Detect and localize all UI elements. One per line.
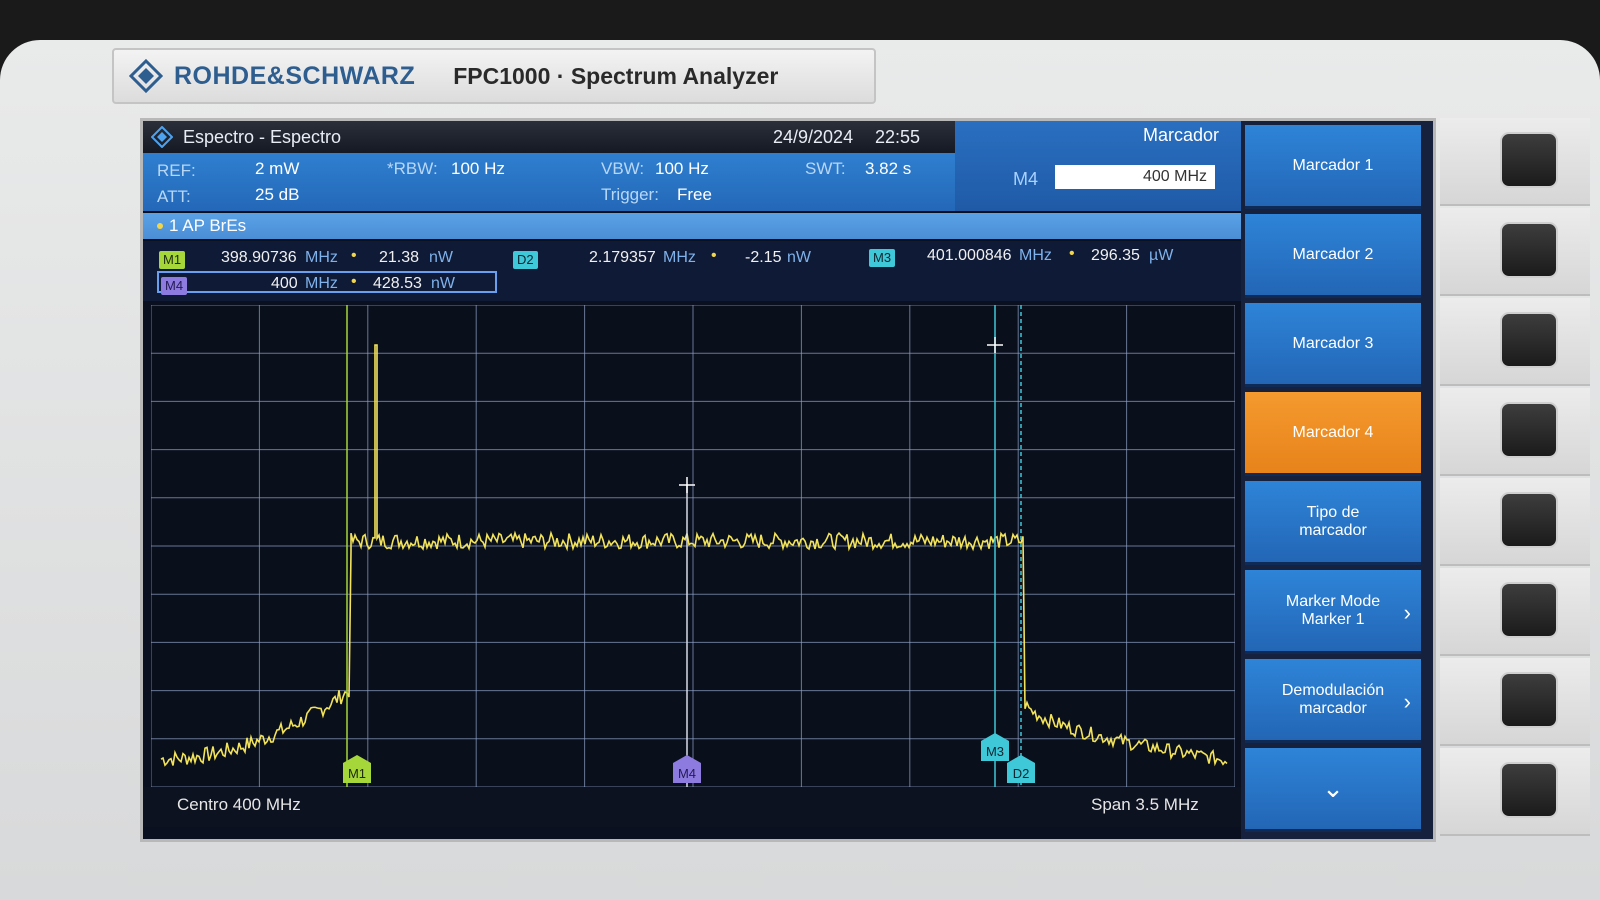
- marker-d2-dot-icon: •: [711, 247, 717, 264]
- chevron-right-icon: ›: [1403, 600, 1411, 625]
- brand-name: ROHDE&SCHWARZ: [174, 61, 416, 90]
- spectrum-trace: [160, 344, 1228, 767]
- swt-label: SWT:: [805, 159, 846, 178]
- att-label: ATT:: [157, 187, 191, 206]
- marker-m1-freq: 398.90736: [221, 249, 297, 266]
- marker-labels: M1 M4 M3 D2: [343, 733, 1035, 783]
- softkey-label: Marcador 1: [1292, 156, 1374, 174]
- softkey-label: Marcador 3: [1292, 334, 1374, 352]
- att-value[interactable]: 25 dB: [255, 185, 299, 205]
- chevron-right-icon: ›: [1403, 689, 1411, 714]
- vbw-value[interactable]: 100 Hz: [655, 159, 709, 179]
- spectrum-trace-svg: M1 M4 M3 D2: [150, 304, 1236, 788]
- marker-m1-level: 21.38: [379, 249, 420, 266]
- plot-marker-d2-tag[interactable]: D2: [1007, 755, 1035, 783]
- plot-marker-m4-tag[interactable]: M4: [673, 755, 701, 783]
- marker-m3-tag[interactable]: M3: [869, 249, 896, 267]
- softkey-marcador-1[interactable]: Marcador 1: [1245, 125, 1421, 209]
- marker-table: M1 398.90736 MHz • 21.38 nW D2 2.179357 …: [143, 241, 1241, 301]
- spectrum-plot[interactable]: M1 M4 M3 D2: [150, 304, 1236, 788]
- hardware-softkey-button-8[interactable]: [1500, 762, 1558, 818]
- marker-m4-tag[interactable]: M4: [161, 277, 188, 295]
- trigger-value[interactable]: Free: [677, 185, 712, 205]
- softkey-label: Marker Mode Marker 1: [1285, 592, 1381, 628]
- ref-label: REF:: [157, 161, 196, 180]
- hardware-softkey-button-2[interactable]: [1500, 222, 1558, 278]
- marker-d2-level-unit: nW: [787, 249, 811, 266]
- hardware-softkey-button-3[interactable]: [1500, 312, 1558, 368]
- softkey-more-down[interactable]: ⌄: [1245, 748, 1421, 832]
- brand-bar: ROHDE&SCHWARZ FPC1000 · Spectrum Analyze…: [112, 48, 876, 104]
- softkey-label: Marcador 2: [1292, 245, 1374, 263]
- softkey-label: Marcador 4: [1292, 423, 1374, 441]
- span-readout[interactable]: Span 3.5 MHz: [1091, 795, 1199, 815]
- trace-label: 1 AP BrEs: [169, 216, 247, 235]
- hardware-softkey-button-7[interactable]: [1500, 672, 1558, 728]
- marker-frequency-input[interactable]: [1055, 165, 1215, 189]
- rohde-schwarz-logo-icon: [128, 58, 164, 94]
- marker-m1-tag[interactable]: M1: [159, 251, 186, 269]
- plot-footer: Centro 400 MHz Span 3.5 MHz: [143, 787, 1241, 827]
- hardware-softkey-button-5[interactable]: [1500, 492, 1558, 548]
- marker-d2-tag[interactable]: D2: [513, 251, 538, 269]
- marker-m4-level-unit: nW: [431, 275, 455, 292]
- softkey-panel: Marcador 1 Marcador 2 Marcador 3 Marcado…: [1241, 121, 1433, 839]
- chevron-down-icon: ⌄: [1322, 773, 1344, 803]
- softkey-demodulacion-marcador[interactable]: Demodulación marcador ›: [1245, 659, 1421, 743]
- svg-text:D2: D2: [1013, 766, 1030, 781]
- softkey-label: Tipo de marcador: [1299, 503, 1367, 539]
- marker-m3-level: 296.35: [1091, 247, 1140, 264]
- marker-m4-level: 428.53: [373, 275, 422, 292]
- marker-panel-title: Marcador: [1142, 125, 1219, 145]
- softkey-marcador-2[interactable]: Marcador 2: [1245, 214, 1421, 298]
- rbw-label: *RBW:: [387, 159, 438, 178]
- rbw-value[interactable]: 100 Hz: [451, 159, 505, 179]
- marker-m1-level-unit: nW: [429, 249, 453, 266]
- center-frequency[interactable]: Centro 400 MHz: [177, 795, 301, 815]
- softkey-marcador-4[interactable]: Marcador 4: [1245, 392, 1421, 476]
- trace-color-dot-icon: [157, 223, 163, 229]
- trigger-label: Trigger:: [601, 185, 659, 204]
- marker-m3-freq-unit: MHz: [1019, 247, 1052, 264]
- hardware-softkey-button-1[interactable]: [1500, 132, 1558, 188]
- softkey-label: Demodulación marcador: [1281, 681, 1385, 717]
- svg-text:M4: M4: [678, 766, 696, 781]
- hardware-softkey-button-6[interactable]: [1500, 582, 1558, 638]
- marker-m3-level-unit: µW: [1149, 247, 1174, 264]
- marker-m1-freq-unit: MHz: [305, 249, 338, 266]
- analyzer-screen: Espectro - Espectro 24/9/2024 22:55 REF:…: [140, 118, 1436, 842]
- marker-m3-crosshair: [987, 337, 1003, 353]
- measurement-params: REF: 2 mW ATT: 25 dB *RBW: 100 Hz VBW: 1…: [143, 153, 955, 211]
- softkey-marcador-3[interactable]: Marcador 3: [1245, 303, 1421, 387]
- ref-value[interactable]: 2 mW: [255, 159, 299, 179]
- hardware-softkey-button-4[interactable]: [1500, 402, 1558, 458]
- vbw-label: VBW:: [601, 159, 645, 178]
- marker-m4-dot-icon: •: [351, 273, 357, 290]
- softkey-marker-mode[interactable]: Marker Mode Marker 1 ›: [1245, 570, 1421, 654]
- marker-entry-panel: Marcador M4: [955, 121, 1241, 211]
- plot-grid: [150, 304, 1236, 788]
- screen-title: Espectro - Espectro: [183, 126, 342, 147]
- swt-value[interactable]: 3.82 s: [865, 159, 911, 179]
- marker-d2-freq-unit: MHz: [663, 249, 696, 266]
- marker-m4-freq: 400: [271, 275, 298, 292]
- marker-m3-freq: 401.000846: [927, 247, 1012, 264]
- brand-model: FPC1000 · Spectrum Analyzer: [453, 62, 779, 89]
- svg-text:M1: M1: [348, 766, 366, 781]
- svg-text:M3: M3: [986, 744, 1004, 759]
- title-bar: Espectro - Espectro 24/9/2024 22:55: [143, 121, 955, 153]
- marker-m3-dot-icon: •: [1069, 245, 1075, 262]
- marker-m1-dot-icon: •: [351, 247, 357, 264]
- softkey-tipo-de-marcador[interactable]: Tipo de marcador: [1245, 481, 1421, 565]
- plot-marker-m3-tag[interactable]: M3: [981, 733, 1009, 761]
- date-readout: 24/9/2024: [773, 126, 854, 147]
- marker-entry-label: M4: [1013, 169, 1039, 189]
- app-diamond-icon: [151, 126, 173, 148]
- marker-m4-freq-unit: MHz: [305, 275, 338, 292]
- marker-d2-freq: 2.179357: [589, 249, 656, 266]
- trace-info-bar: 1 AP BrEs: [143, 213, 1241, 239]
- marker-d2-level: -2.15: [745, 249, 782, 266]
- time-readout: 22:55: [875, 126, 921, 147]
